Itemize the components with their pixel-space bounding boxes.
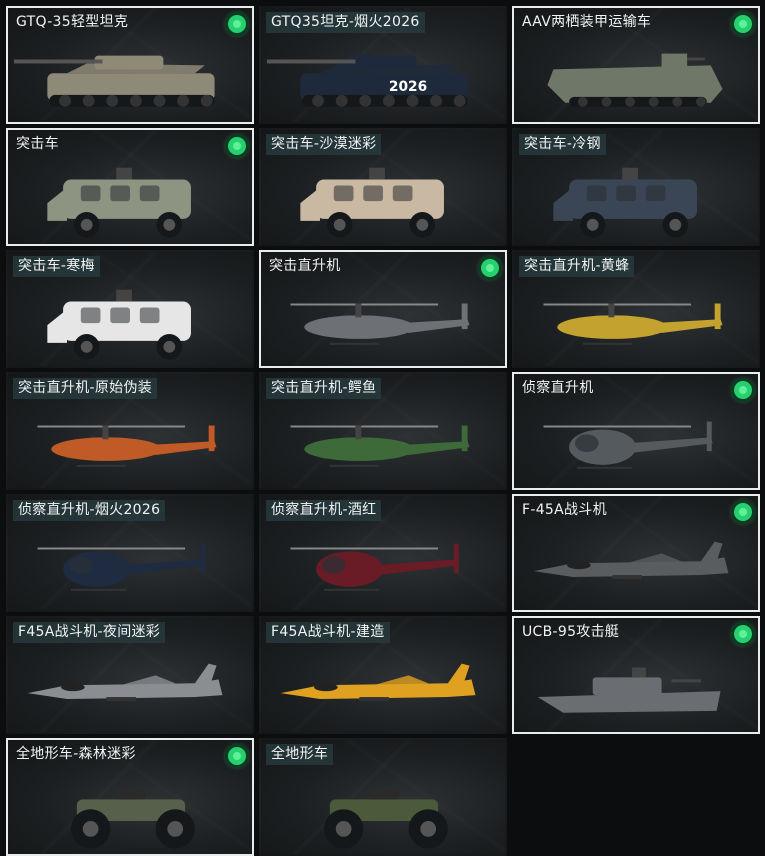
vehicle-name: 侦察直升机-烟火2026: [13, 500, 166, 521]
atv-icon: [8, 762, 252, 854]
vehicle-card[interactable]: AAV两栖装甲运输车: [512, 6, 760, 124]
vehicle-name: AAV两栖装甲运输车: [522, 14, 652, 30]
fighter-jet-icon: [514, 518, 758, 610]
vehicle-card[interactable]: 2026 GTQ35坦克-烟火2026: [259, 6, 507, 124]
owned-status-icon: [228, 15, 246, 33]
vehicle-card[interactable]: 侦察直升机-烟火2026: [6, 494, 254, 612]
vehicle-name: 突击车-寒梅: [13, 256, 100, 277]
tank-icon: 2026: [261, 30, 505, 122]
owned-status-icon: [734, 625, 752, 643]
vehicle-name: GTQ-35轻型坦克: [16, 14, 129, 30]
fighter-jet-icon: [8, 640, 252, 732]
vehicle-card[interactable]: 突击直升机-黄蜂: [512, 250, 760, 368]
vehicle-name: 突击车: [16, 136, 59, 152]
scout-helicopter-icon: [514, 396, 758, 488]
vehicle-name: 突击直升机-原始伪装: [13, 378, 158, 399]
assault-vehicle-icon: [8, 274, 252, 366]
fighter-jet-icon: [261, 640, 505, 732]
vehicle-card[interactable]: 全地形车: [259, 738, 507, 856]
vehicle-name: 侦察直升机: [522, 380, 594, 396]
attack-helicopter-icon: [514, 274, 758, 366]
vehicle-card[interactable]: 突击直升机: [259, 250, 507, 368]
assault-vehicle-icon: [261, 152, 505, 244]
owned-status-icon: [734, 381, 752, 399]
vehicle-name: 突击直升机-黄蜂: [519, 256, 635, 277]
vehicle-card[interactable]: UCB-95攻击艇: [512, 616, 760, 734]
amphibious-vehicle-icon: [514, 30, 758, 122]
vehicle-name: UCB-95攻击艇: [522, 624, 620, 640]
vehicle-card[interactable]: GTQ-35轻型坦克: [6, 6, 254, 124]
vehicle-card[interactable]: 侦察直升机-酒红: [259, 494, 507, 612]
vehicle-name: 全地形车-森林迷彩: [16, 746, 136, 762]
vehicle-card[interactable]: F45A战斗机-建造: [259, 616, 507, 734]
vehicle-name: 全地形车: [266, 744, 334, 765]
vehicle-name: F45A战斗机-建造: [266, 622, 390, 643]
vehicle-grid: GTQ-35轻型坦克 2026 GTQ35坦克-烟火2026 AAV两栖装甲运输车…: [0, 0, 765, 856]
svg-text:2026: 2026: [389, 79, 427, 95]
vehicle-card[interactable]: 全地形车-森林迷彩: [6, 738, 254, 856]
vehicle-card[interactable]: 突击车: [6, 128, 254, 246]
attack-helicopter-icon: [261, 396, 505, 488]
vehicle-card[interactable]: F-45A战斗机: [512, 494, 760, 612]
owned-status-icon: [734, 503, 752, 521]
vehicle-card[interactable]: 突击直升机-鳄鱼: [259, 372, 507, 490]
vehicle-name: GTQ35坦克-烟火2026: [266, 12, 425, 33]
owned-status-icon: [228, 137, 246, 155]
vehicle-card[interactable]: 突击车-寒梅: [6, 250, 254, 368]
vehicle-name: F45A战斗机-夜间迷彩: [13, 622, 166, 643]
vehicle-card[interactable]: F45A战斗机-夜间迷彩: [6, 616, 254, 734]
attack-helicopter-icon: [261, 274, 505, 366]
owned-status-icon: [734, 15, 752, 33]
vehicle-name: 突击车-冷钢: [519, 134, 606, 155]
scout-helicopter-icon: [8, 518, 252, 610]
vehicle-name: 侦察直升机-酒红: [266, 500, 382, 521]
vehicle-name: 突击车-沙漠迷彩: [266, 134, 382, 155]
owned-status-icon: [481, 259, 499, 277]
attack-helicopter-icon: [8, 396, 252, 488]
tank-icon: [8, 30, 252, 122]
atv-icon: [261, 762, 505, 854]
vehicle-card[interactable]: 侦察直升机: [512, 372, 760, 490]
assault-vehicle-icon: [514, 152, 758, 244]
vehicle-card[interactable]: 突击车-冷钢: [512, 128, 760, 246]
attack-boat-icon: [514, 640, 758, 732]
vehicle-card[interactable]: 突击车-沙漠迷彩: [259, 128, 507, 246]
vehicle-name: 突击直升机-鳄鱼: [266, 378, 382, 399]
vehicle-name: 突击直升机: [269, 258, 341, 274]
owned-status-icon: [228, 747, 246, 765]
vehicle-card[interactable]: 突击直升机-原始伪装: [6, 372, 254, 490]
assault-vehicle-icon: [8, 152, 252, 244]
vehicle-name: F-45A战斗机: [522, 502, 607, 518]
scout-helicopter-icon: [261, 518, 505, 610]
